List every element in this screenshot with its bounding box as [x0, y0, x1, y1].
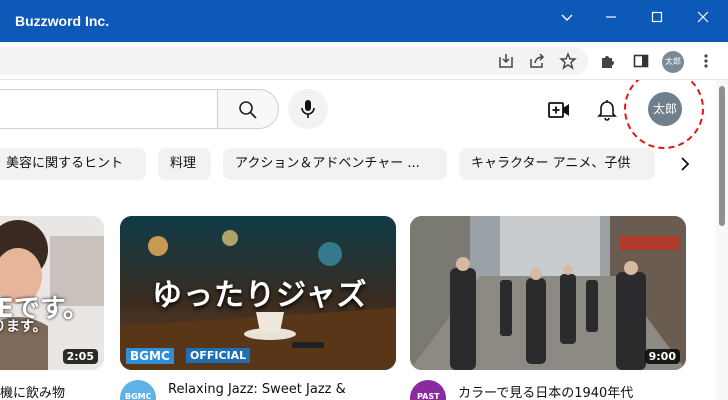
minimize-icon[interactable] — [597, 7, 625, 27]
window-title: Buzzword Inc. — [15, 13, 110, 29]
thumbnail-text: ります。 — [0, 319, 47, 335]
video-thumbnail[interactable]: ゆったりジャズ BGMC OFFICIAL — [120, 216, 396, 370]
search-input[interactable] — [0, 89, 218, 129]
create-video-icon[interactable] — [547, 98, 571, 122]
duration-badge: 2:05 — [62, 349, 98, 364]
search-button[interactable] — [217, 89, 279, 129]
install-icon[interactable] — [497, 52, 515, 70]
video-title[interactable]: カラーで見る日本の1940年代 — [458, 382, 633, 400]
search-icon — [239, 101, 257, 119]
video-title[interactable]: 機に飲み物 — [0, 382, 65, 400]
chip-action-adventure[interactable]: アクション＆アドベンチャー ... — [223, 148, 447, 180]
chip-character-anime[interactable]: キャラクター アニメ、子供 — [459, 148, 655, 180]
channel-badge-right: OFFICIAL — [186, 348, 251, 363]
channel-avatar[interactable]: PAST — [410, 380, 446, 400]
channel-avatar[interactable]: BGMC — [120, 380, 156, 400]
channel-badge-left: BGMC — [126, 348, 174, 364]
chevron-right-icon[interactable] — [673, 152, 697, 176]
share-icon[interactable] — [528, 52, 546, 70]
video-thumbnail[interactable]: Eです。 ります。 2:05 — [0, 216, 104, 370]
highlight-annotation — [624, 80, 704, 149]
scrollbar[interactable] — [716, 80, 728, 400]
sidepanel-icon[interactable] — [632, 52, 650, 70]
youtube-page: 太郎 美容に関するヒント 料理 アクション＆アドベンチャー ... キャラクター… — [0, 80, 716, 400]
duration-badge: 9:00 — [644, 349, 680, 364]
profile-button[interactable]: 太郎 — [662, 51, 684, 73]
mic-icon — [301, 100, 315, 118]
browser-toolbar: 太郎 — [0, 42, 728, 80]
scrollbar-thumb[interactable] — [719, 86, 725, 226]
video-title[interactable]: Relaxing Jazz: Sweet Jazz & — [168, 382, 346, 397]
window-titlebar: Buzzword Inc. — [0, 0, 728, 42]
chip-beauty-tips[interactable]: 美容に関するヒント — [0, 148, 146, 180]
thumbnail-text: ゆったりジャズ — [152, 278, 368, 313]
video-thumbnail[interactable]: 9:00 — [410, 216, 686, 370]
minimize-icon[interactable] — [553, 7, 581, 27]
extensions-icon[interactable] — [599, 52, 617, 70]
maximize-icon[interactable] — [643, 7, 671, 27]
street-scene-illustration — [410, 216, 686, 370]
voice-search-button[interactable] — [288, 89, 328, 129]
more-icon[interactable] — [697, 52, 715, 70]
chip-cooking[interactable]: 料理 — [158, 148, 211, 180]
star-icon[interactable] — [559, 52, 577, 70]
close-icon[interactable] — [689, 7, 717, 27]
bell-icon[interactable] — [595, 97, 619, 121]
